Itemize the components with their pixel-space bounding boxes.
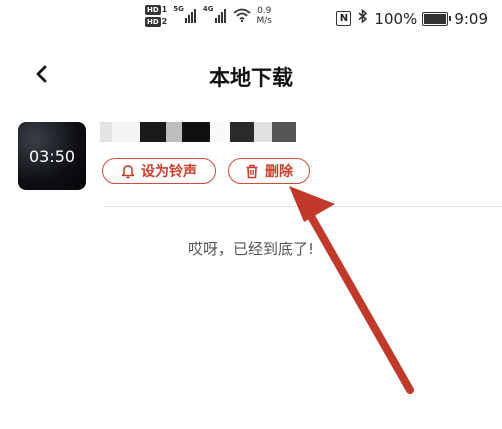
annotation-arrow-icon <box>289 186 414 394</box>
